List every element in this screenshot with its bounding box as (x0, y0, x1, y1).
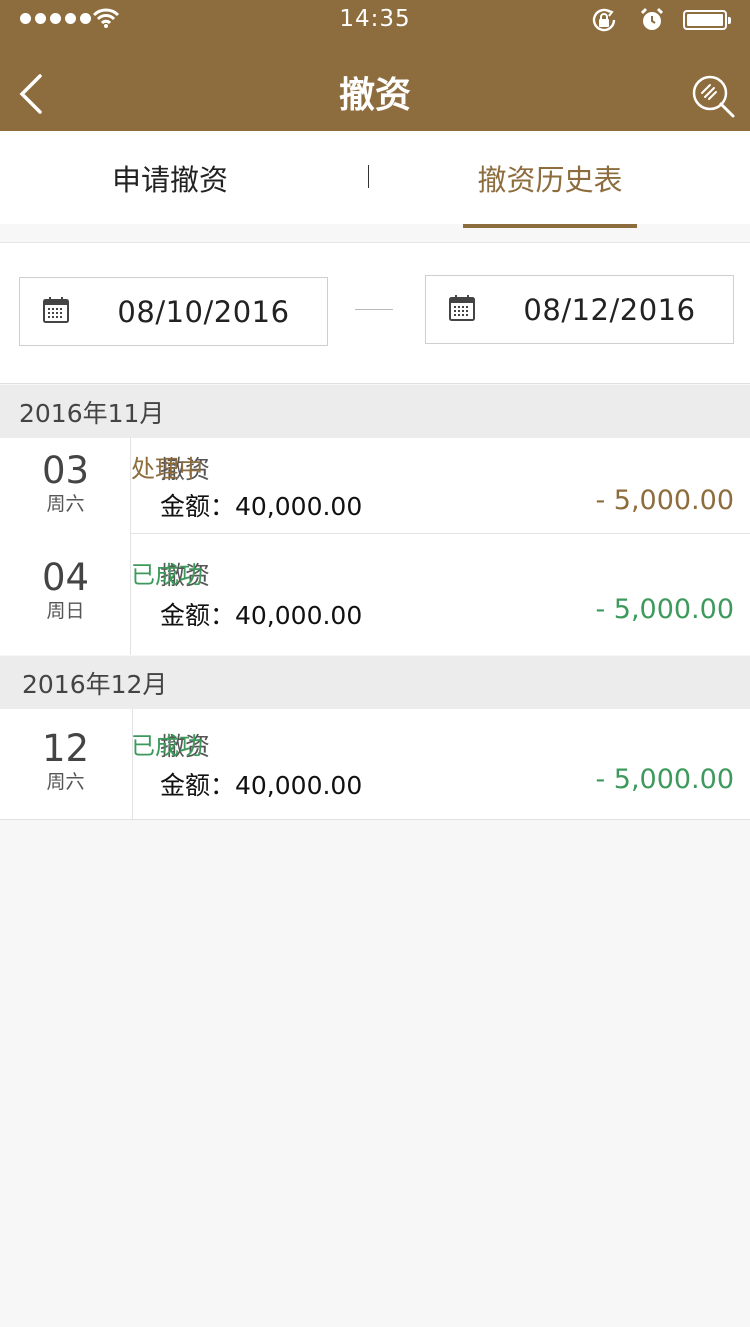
record-delta: - 5,000.00 (595, 594, 734, 625)
battery-icon (683, 10, 731, 30)
day-label: 04 周日 (0, 558, 131, 624)
record-amount: 金额：40,000.00 (160, 492, 363, 521)
day-number: 04 (41, 556, 90, 599)
weekday: 周六 (46, 493, 85, 515)
end-date-value: 08/12/2016 (523, 292, 696, 327)
record-row[interactable]: 撤资 金额：40,000.00 已成功 - 5,000.00 (131, 534, 750, 655)
month-group: 12 周六 撤资 金额：40,000.00 已成功 - 5,000.00 (0, 709, 750, 819)
record-status: 已成功 (131, 732, 203, 760)
month-header: 2016年12月 (0, 656, 750, 709)
month-group: 03 周六 撤资 金额：40,000.00 处理中 - 5,000.00 04 … (0, 438, 750, 655)
status-bar: 14:35 (0, 0, 750, 40)
tab-apply-withdrawal[interactable]: 申请撤资 (0, 131, 340, 224)
tab-divider (368, 165, 369, 188)
day-number: 03 (41, 449, 90, 492)
record-delta: - 5,000.00 (595, 485, 734, 516)
tab-bar: 申请撤资 撤资历史表 (0, 131, 750, 228)
record-row[interactable]: 撤资 金额：40,000.00 处理中 - 5,000.00 (131, 438, 750, 533)
calendar-icon (43, 297, 69, 323)
status-time: 14:35 (339, 6, 411, 32)
alarm-clock-icon (640, 7, 664, 30)
search-icon[interactable] (690, 73, 736, 119)
record-amount: 金额：40,000.00 (160, 771, 363, 800)
record-amount: 金额：40,000.00 (160, 601, 363, 630)
start-date-picker[interactable]: 08/10/2016 (19, 277, 328, 346)
day-label: 03 周六 (0, 451, 131, 517)
calendar-icon (449, 295, 475, 321)
date-range-dash (355, 309, 393, 310)
end-date-picker[interactable]: 08/12/2016 (425, 275, 734, 344)
app-header: 14:35 撤资 (0, 0, 750, 131)
record-delta: - 5,000.00 (595, 764, 734, 795)
page-title: 撤资 (338, 75, 411, 116)
record-row[interactable]: 撤资 金额：40,000.00 已成功 - 5,000.00 (131, 709, 750, 819)
active-tab-indicator (463, 224, 637, 228)
start-date-value: 08/10/2016 (117, 294, 290, 329)
weekday: 周六 (46, 771, 85, 793)
day-number: 12 (41, 727, 90, 770)
month-header: 2016年11月 (0, 385, 750, 438)
rotation-lock-icon (592, 8, 616, 32)
record-status: 已成功 (131, 561, 203, 589)
weekday: 周日 (46, 600, 85, 622)
date-filter: 08/10/2016 08/12/2016 (0, 242, 750, 384)
record-status: 处理中 (131, 455, 203, 483)
tab-withdrawal-history[interactable]: 撤资历史表 (463, 131, 637, 224)
list-bottom-border (0, 819, 750, 820)
day-label: 12 周六 (0, 729, 131, 795)
